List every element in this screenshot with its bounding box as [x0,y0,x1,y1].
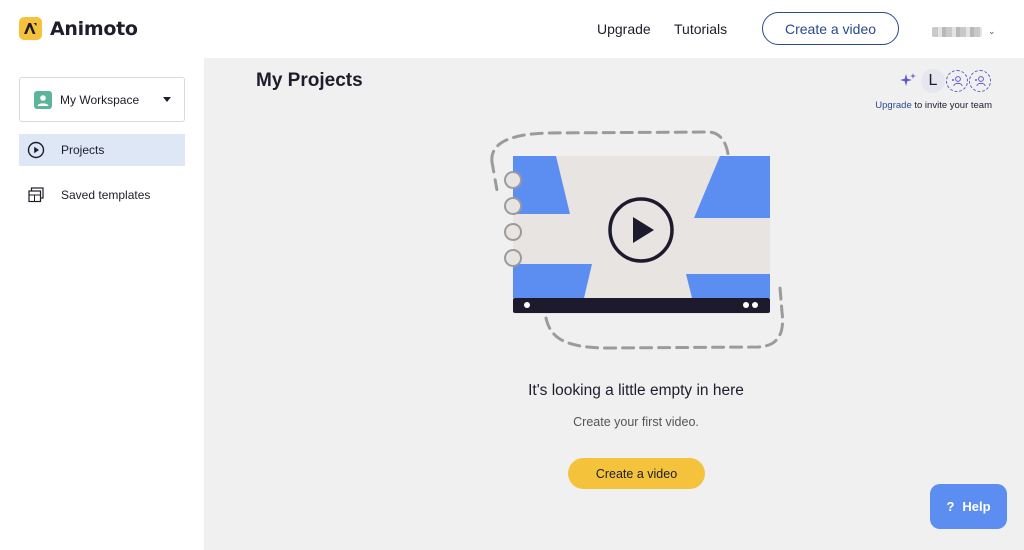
user-avatar[interactable]: L [921,69,945,93]
empty-state-subtitle: Create your first video. [573,415,699,429]
page-title: My Projects [256,70,363,91]
workspace-label: My Workspace [60,92,140,107]
animoto-logo[interactable]: Animoto [19,17,138,40]
top-header: Animoto Upgrade Tutorials Create a video… [0,0,1024,58]
empty-video-illustration-icon [490,130,785,350]
workspace-avatar-icon [34,90,52,109]
invite-note-text: to invite your team [911,100,992,111]
help-button[interactable]: ? Help [930,484,1007,529]
help-question-icon: ? [946,499,955,514]
caret-down-icon [163,97,171,102]
invite-note: Upgrade to invite your team [875,100,992,111]
help-label: Help [962,499,991,514]
create-video-button[interactable]: Create a video [568,458,705,489]
header-create-video-button[interactable]: Create a video [762,12,899,45]
templates-icon [28,187,44,203]
invite-member-icon[interactable] [969,70,991,92]
tutorials-link[interactable]: Tutorials [674,21,727,37]
play-circle-icon [27,141,45,159]
sparkle-icon[interactable] [898,71,918,91]
sidebar-item-saved-templates[interactable]: Saved templates [19,179,185,211]
sidebar-item-label: Saved templates [61,188,151,202]
invite-member-icon[interactable] [946,70,968,92]
account-name-blurred [932,26,982,37]
app-name: Animoto [50,17,138,40]
chevron-down-icon: ⌄ [988,26,996,36]
team-avatars: L [898,69,991,93]
upgrade-link[interactable]: Upgrade [597,21,651,37]
invite-upgrade-link[interactable]: Upgrade [875,100,911,111]
empty-state-title: It's looking a little empty in here [528,382,744,399]
animoto-logo-icon [19,17,42,40]
account-menu[interactable]: ⌄ [932,26,996,37]
sidebar-item-label: Projects [61,143,105,157]
sidebar-item-projects[interactable]: Projects [19,134,185,166]
sidebar: My Workspace Projects Saved templates [0,58,204,550]
workspace-selector[interactable]: My Workspace [19,77,185,122]
main-content: My Projects L Upgrade to invite your tea… [204,58,1024,550]
